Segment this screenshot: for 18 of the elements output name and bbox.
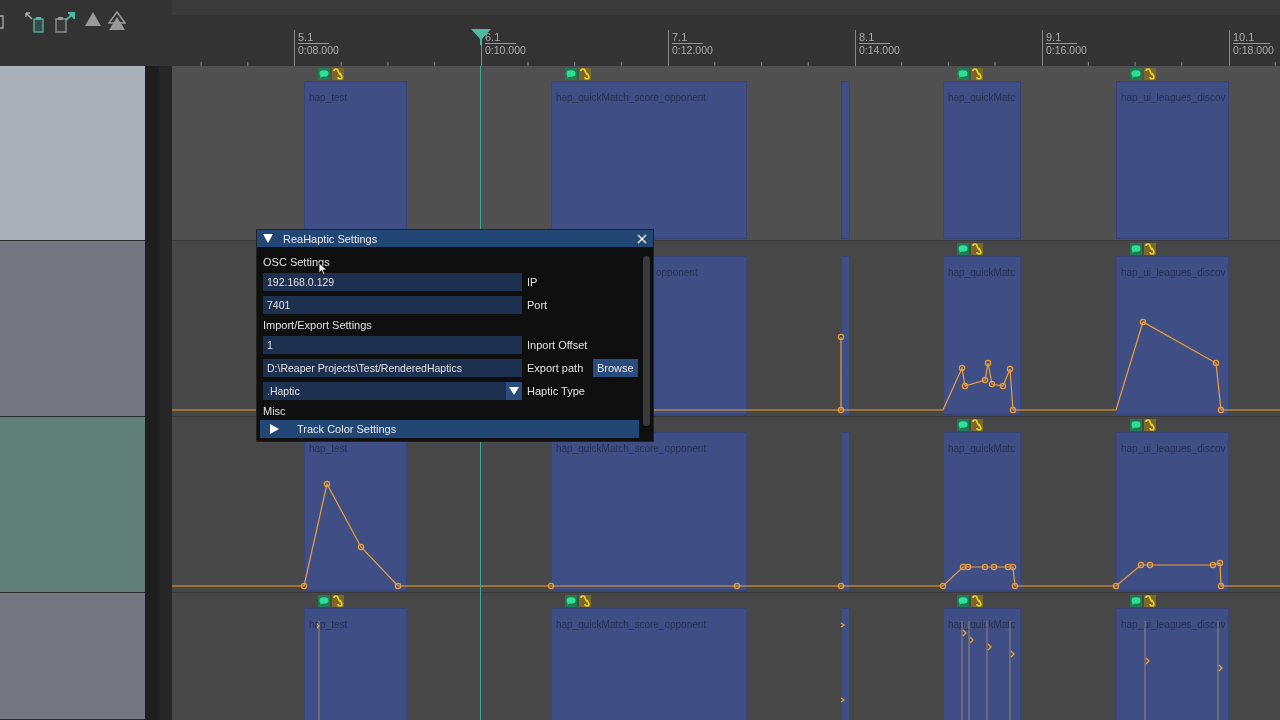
bar-number: 8.1: [859, 31, 891, 44]
field-label: Inport Offset: [527, 339, 588, 351]
time-label: 0:08.000: [298, 44, 339, 57]
section-heading: Misc: [263, 404, 287, 418]
field-label: Port: [527, 299, 549, 311]
section-heading: Import/Export Settings: [263, 318, 373, 332]
bar-number: 5.1: [298, 31, 330, 44]
time-label: 0:12.000: [672, 44, 713, 57]
time-label: 0:14.000: [859, 44, 900, 57]
time-label: 0:18.000: [1233, 44, 1274, 57]
time-label: 0:10.000: [485, 44, 526, 57]
field-label: Haptic Type: [527, 385, 586, 397]
field-label: IP: [527, 276, 539, 288]
time-label: 0:16.000: [1046, 44, 1087, 57]
bar-number: 9.1: [1046, 31, 1078, 44]
bar-number: 7.1: [672, 31, 704, 44]
field-label: Export path: [527, 362, 585, 374]
bar-number: 10.1: [1233, 31, 1271, 44]
